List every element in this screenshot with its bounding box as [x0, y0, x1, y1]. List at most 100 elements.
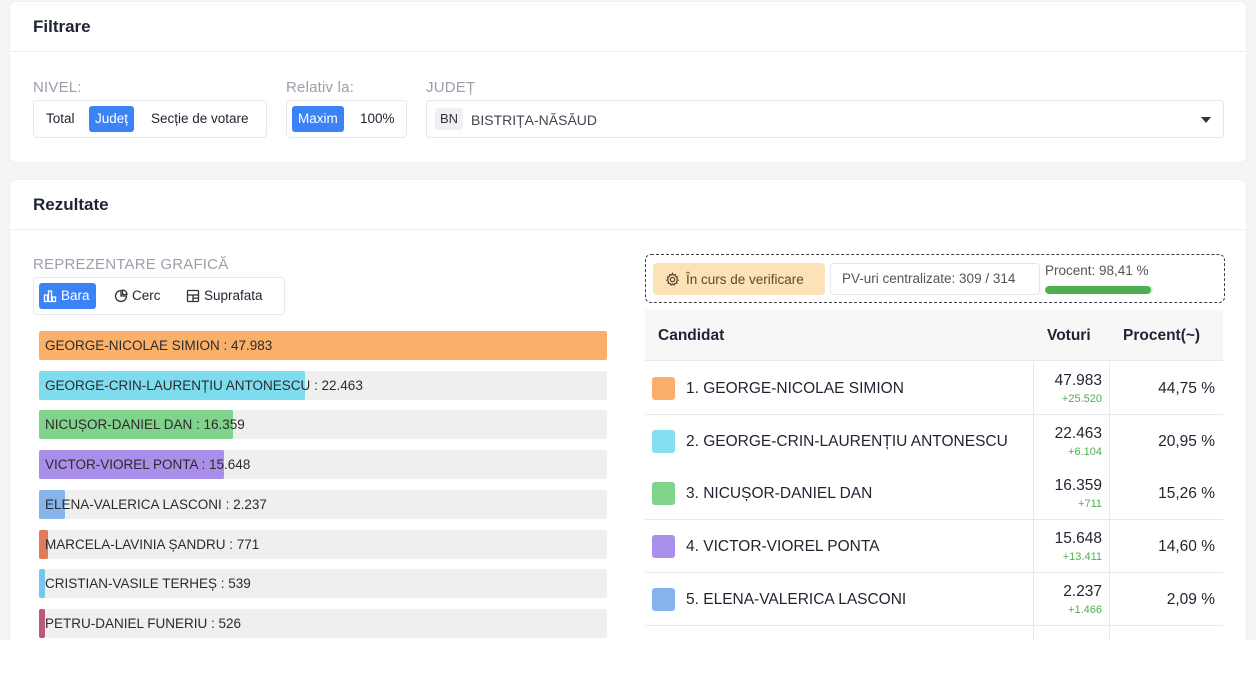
bar-row: ELENA-VALERICA LASCONI : 2.237	[39, 489, 607, 519]
candidate-votes-delta: +25.520	[1061, 393, 1102, 405]
candidate-votes-delta: +1.466	[1068, 603, 1102, 616]
bar-chart-icon	[43, 290, 57, 303]
gear-icon	[665, 271, 680, 286]
column-divider	[1033, 467, 1034, 521]
percent-progress-fill	[1045, 286, 1152, 294]
candidate-name: 2. GEORGE-CRIN-LAURENȚIU ANTONESCU	[686, 432, 1008, 450]
candidate-color-swatch	[652, 535, 675, 559]
candidate-name: 4. VICTOR-VIOREL PONTA	[686, 538, 880, 556]
viz-tab-bara[interactable]: Bara	[39, 283, 96, 309]
bar-label: GEORGE-CRIN-LAURENȚIU ANTONESCU : 22.463	[45, 377, 363, 393]
nivel-option-sectie[interactable]: Secție de votare	[145, 106, 255, 132]
results-divider	[10, 229, 1246, 230]
verification-badge: În curs de verificare	[653, 263, 825, 295]
candidate-percent: 2,09 %	[1166, 590, 1215, 608]
candidate-votes: 22.463	[1054, 424, 1102, 442]
candidate-votes-delta: +711	[1078, 498, 1102, 511]
bar-label: GEORGE-NICOLAE SIMION : 47.983	[45, 338, 273, 353]
candidate-color-swatch	[652, 429, 675, 453]
caret-down-icon	[1201, 117, 1211, 123]
candidate-name: 5. ELENA-VALERICA LASCONI	[686, 590, 907, 608]
column-divider	[1033, 625, 1034, 640]
nivel-option-judet[interactable]: Județ	[89, 106, 135, 132]
viz-tab-cerc[interactable]: Cerc	[110, 283, 167, 309]
results-card: Rezultate REPREZENTARE GRAFICĂ Bara Cerc…	[10, 180, 1246, 640]
bar-row: GEORGE-CRIN-LAURENȚIU ANTONESCU : 22.463	[39, 370, 607, 400]
column-divider	[1033, 520, 1034, 574]
viz-label: REPREZENTARE GRAFICĂ	[33, 256, 229, 273]
candidate-name: 1. GEORGE-NICOLAE SIMION	[686, 380, 904, 397]
bar-label: CRISTIAN-VASILE TERHEȘ : 539	[45, 576, 251, 592]
status-panel: În curs de verificare PV-uri centralizat…	[645, 254, 1225, 303]
candidate-percent: 20,95 %	[1158, 432, 1215, 450]
viz-tabs: Bara Cerc Suprafata	[33, 277, 285, 315]
relativ-segmented-control: Maxim 100%	[286, 100, 407, 138]
percent-progress-bar	[1045, 286, 1153, 294]
nivel-segmented-control: Total Județ Secție de votare	[33, 100, 267, 138]
candidate-percent: 44,75 %	[1158, 380, 1215, 397]
candidate-votes: 15.648	[1054, 530, 1102, 548]
candidate-votes: 47.983	[1054, 372, 1102, 389]
bar-row: NICUȘOR-DANIEL DAN : 16.359	[39, 410, 607, 440]
header-percent: Procent(~)	[1123, 327, 1201, 344]
judet-select[interactable]: BN BISTRIȚA-NĂSĂUD	[426, 100, 1224, 138]
filter-card: Filtrare NIVEL: Total Județ Secție de vo…	[10, 2, 1246, 162]
verification-label: În curs de verificare	[686, 271, 804, 287]
table-row[interactable]: 2. GEORGE-CRIN-LAURENȚIU ANTONESCU 22.463…	[645, 414, 1223, 468]
filter-divider	[10, 51, 1246, 52]
column-divider	[1033, 572, 1034, 626]
app-stage: Filtrare NIVEL: Total Județ Secție de vo…	[0, 0, 1256, 640]
table-header: Candidat Voturi Procent(~)	[645, 310, 1223, 361]
candidate-name: 3. NICUȘOR-DANIEL DAN	[686, 485, 873, 503]
candidate-percent: 15,26 %	[1158, 485, 1215, 503]
candidate-votes: 2.237	[1063, 582, 1102, 600]
candidate-votes: 16.359	[1054, 477, 1102, 495]
table-row[interactable]: 1. GEORGE-NICOLAE SIMION 47.983 +25.520 44,…	[645, 362, 1223, 415]
bar-label: MARCELA-LAVINIA ȘANDRU : 771	[45, 536, 260, 552]
bar-row: VICTOR-VIOREL PONTA : 15.648	[39, 450, 607, 480]
column-divider	[1109, 362, 1110, 415]
bar-label: PETRU-DANIEL FUNERIU : 526	[45, 615, 242, 631]
bar-row: CRISTIAN-VASILE TERHEȘ : 539	[39, 569, 607, 599]
bar-row: PETRU-DANIEL FUNERIU : 526	[39, 608, 607, 638]
column-divider	[1109, 414, 1110, 468]
treemap-icon	[186, 289, 200, 303]
bar-row: MARCELA-LAVINIA ȘANDRU : 771	[39, 529, 607, 559]
table-row[interactable]: 4. VICTOR-VIOREL PONTA 15.648 +13.411 14,60…	[645, 520, 1223, 574]
filter-title: Filtrare	[33, 17, 91, 36]
candidate-votes-delta: +13.411	[1062, 551, 1102, 564]
viz-tab-cerc-label: Cerc	[132, 288, 161, 303]
relativ-label: Relativ la:	[286, 79, 355, 96]
pv-count: PV-uri centralizate: 309 / 314	[830, 263, 1040, 295]
header-candidate: Candidat	[658, 327, 725, 344]
pie-chart-icon	[114, 289, 128, 303]
judet-code-badge: BN	[435, 108, 464, 130]
relativ-option-100[interactable]: 100%	[354, 106, 401, 132]
column-divider	[1109, 625, 1110, 640]
table-row[interactable]: 5. ELENA-VALERICA LASCONI 2.237 +1.466 2,09…	[645, 572, 1223, 626]
candidate-color-swatch	[652, 482, 675, 506]
relativ-option-maxim[interactable]: Maxim	[292, 106, 344, 132]
candidate-votes-delta: +6.104	[1068, 445, 1102, 458]
viz-tab-suprafata-label: Suprafata	[204, 288, 263, 303]
nivel-option-total[interactable]: Total	[40, 106, 81, 132]
bar-label: ELENA-VALERICA LASCONI : 2.237	[45, 496, 267, 512]
column-divider	[1033, 414, 1034, 468]
column-divider	[1109, 572, 1110, 626]
viz-tab-bara-label: Bara	[61, 288, 90, 303]
bar-row: GEORGE-NICOLAE SIMION : 47.983	[39, 331, 607, 360]
header-votes: Voturi	[1047, 327, 1091, 344]
candidate-color-swatch	[652, 587, 675, 611]
judet-label: JUDEȚ	[426, 79, 476, 96]
table-row[interactable]: 3. NICUȘOR-DANIEL DAN 16.359 +711 15,26 %	[645, 467, 1223, 521]
candidate-percent: 14,60 %	[1158, 538, 1215, 556]
viz-tab-suprafata[interactable]: Suprafata	[182, 283, 269, 309]
judet-name: BISTRIȚA-NĂSĂUD	[471, 112, 598, 128]
column-divider	[1033, 362, 1034, 415]
bar-label: VICTOR-VIOREL PONTA : 15.648	[45, 457, 251, 473]
nivel-label: NIVEL:	[33, 79, 82, 96]
column-divider	[1109, 520, 1110, 574]
candidate-color-swatch	[652, 377, 675, 400]
bar-label: NICUȘOR-DANIEL DAN : 16.359	[45, 417, 245, 433]
table-row[interactable]	[645, 625, 1223, 640]
